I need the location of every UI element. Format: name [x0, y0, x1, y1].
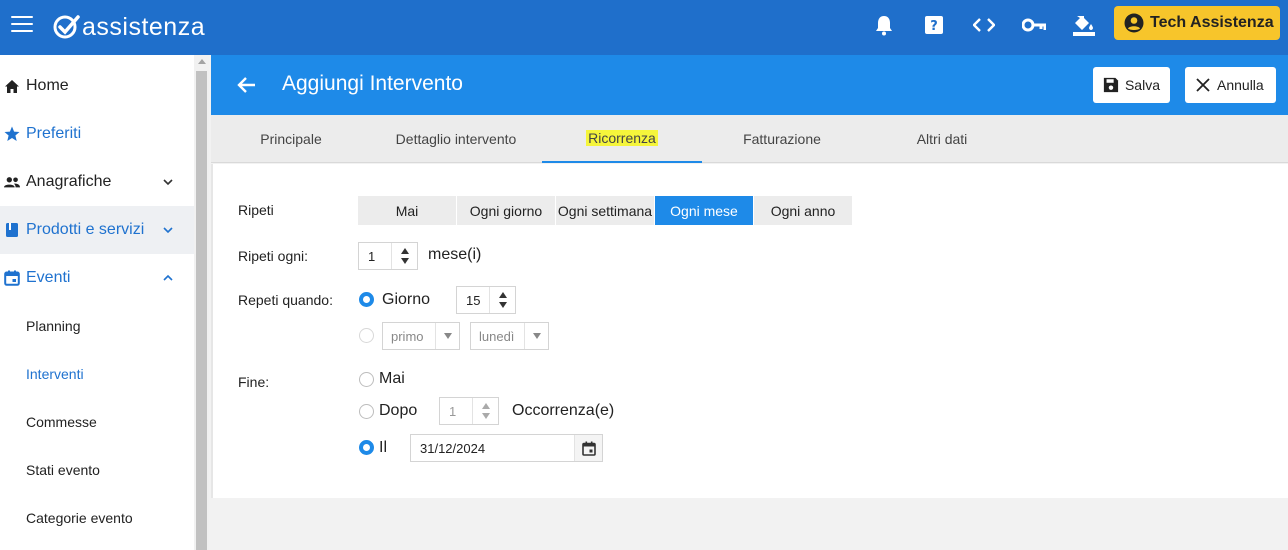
svg-text:?: ? — [930, 19, 938, 34]
repeat-option-ogni-settimana[interactable]: Ogni settimana — [556, 196, 654, 225]
repeat-option-mai[interactable]: Mai — [358, 196, 456, 225]
cancel-label: Annulla — [1217, 77, 1264, 93]
page-header: Aggiungi Intervento Salva Annulla — [211, 55, 1288, 115]
decrement-arrow-icon[interactable] — [482, 413, 490, 419]
tab-dettaglio-intervento[interactable]: Dettaglio intervento — [376, 115, 536, 163]
end-after-unit: Occorrenza(e) — [512, 402, 615, 419]
dropdown-caret-icon — [533, 333, 541, 339]
end-after-label: Dopo — [379, 402, 418, 419]
repeat-option-ogni-anno[interactable]: Ogni anno — [754, 196, 852, 225]
home-icon — [4, 78, 20, 94]
end-after-value: 1 — [449, 404, 457, 419]
menu-icon[interactable] — [11, 16, 33, 32]
calendar-icon — [4, 270, 20, 286]
sidebar-subitem-commesse[interactable]: Commesse — [0, 398, 194, 446]
day-of-month-stepper[interactable]: 15 — [456, 286, 516, 314]
tab-principale[interactable]: Principale — [211, 115, 371, 163]
recurrence-form: Ripeti Mai Ogni giorno Ogni settimana Og… — [211, 164, 1288, 498]
repeat-every-stepper[interactable]: 1 — [358, 242, 418, 270]
top-app-bar: assistenza ? Tech Assistenza — [0, 0, 1288, 55]
tab-label: Ricorrenza — [586, 130, 658, 146]
repeat-every-value: 1 — [368, 249, 376, 264]
sidebar-item-label: Home — [26, 77, 69, 94]
save-icon — [1103, 77, 1119, 93]
day-of-month-radio[interactable] — [359, 292, 374, 307]
increment-arrow-icon[interactable] — [482, 403, 490, 409]
weekday-value: lunedì — [479, 329, 515, 344]
brand-logo[interactable]: assistenza — [52, 11, 205, 43]
sidebar-scrollbar[interactable] — [194, 55, 209, 550]
ordinal-select[interactable]: primo — [382, 322, 460, 350]
decrement-arrow-icon[interactable] — [499, 302, 507, 308]
dropdown-caret-icon — [444, 333, 452, 339]
sidebar-item-label: Prodotti e servizi — [26, 221, 145, 238]
decrement-arrow-icon[interactable] — [401, 258, 409, 264]
tab-ricorrenza[interactable]: Ricorrenza — [542, 115, 702, 163]
page-title: Aggiungi Intervento — [282, 72, 463, 95]
increment-arrow-icon[interactable] — [401, 248, 409, 254]
sidebar-subitem-interventi[interactable]: Interventi — [0, 350, 194, 398]
end-on-label: Il — [379, 439, 387, 456]
paint-bucket-icon[interactable] — [1071, 12, 1097, 38]
user-name: Tech Assistenza — [1150, 14, 1274, 31]
end-label: Fine: — [238, 374, 270, 390]
people-icon — [4, 174, 20, 190]
chevron-up-icon — [163, 274, 173, 281]
user-account-button[interactable]: Tech Assistenza — [1114, 6, 1280, 40]
check-circle-logo-icon — [53, 15, 80, 39]
sidebar-item-label: Preferiti — [26, 125, 82, 142]
bell-icon[interactable] — [871, 12, 897, 38]
scroll-up-arrow-icon[interactable] — [198, 59, 206, 64]
tab-fatturazione[interactable]: Fatturazione — [702, 115, 862, 163]
calendar-picker-icon[interactable] — [574, 435, 602, 461]
end-after-radio[interactable] — [359, 404, 374, 419]
sidebar-item-home[interactable]: Home — [0, 62, 194, 110]
end-never-label: Mai — [379, 370, 405, 387]
key-icon[interactable] — [1021, 12, 1047, 38]
day-value: 15 — [466, 293, 481, 308]
sidebar: Home Preferiti Anagrafiche Prodotti e se… — [0, 55, 194, 550]
repeat-when-label: Repeti quando: — [238, 292, 333, 308]
weekday-pattern-radio[interactable] — [359, 328, 374, 343]
sidebar-item-anagrafiche[interactable]: Anagrafiche — [0, 158, 194, 206]
code-icon[interactable] — [971, 12, 997, 38]
sidebar-subitem-planning[interactable]: Planning — [0, 302, 194, 350]
end-date-input[interactable]: 31/12/2024 — [410, 434, 603, 462]
repeat-option-ogni-mese[interactable]: Ogni mese — [655, 196, 753, 225]
sidebar-item-label: Eventi — [26, 269, 71, 286]
weekday-select[interactable]: lunedì — [470, 322, 549, 350]
help-icon[interactable]: ? — [921, 12, 947, 38]
day-option-label: Giorno — [382, 291, 431, 308]
repeat-every-unit: mese(i) — [428, 246, 482, 263]
repeat-every-label: Ripeti ogni: — [238, 248, 309, 264]
end-on-date-radio[interactable] — [359, 440, 374, 455]
brand-name: assistenza — [82, 12, 206, 41]
ordinal-value: primo — [391, 329, 424, 344]
star-icon — [4, 126, 20, 142]
save-label: Salva — [1124, 77, 1160, 93]
tab-altri-dati[interactable]: Altri dati — [862, 115, 1022, 163]
back-arrow-icon[interactable] — [235, 73, 259, 97]
repeat-option-ogni-giorno[interactable]: Ogni giorno — [457, 196, 555, 225]
cancel-button[interactable]: Annulla — [1185, 67, 1276, 103]
sidebar-item-eventi[interactable]: Eventi — [0, 254, 194, 302]
chevron-down-icon — [163, 227, 173, 234]
end-never-radio[interactable] — [359, 372, 374, 387]
repeat-label: Ripeti — [238, 202, 274, 218]
end-date-value: 31/12/2024 — [420, 441, 486, 456]
scroll-thumb[interactable] — [196, 71, 207, 550]
chevron-down-icon — [163, 179, 173, 186]
sidebar-subitem-categorie-evento[interactable]: Categorie evento — [0, 494, 194, 542]
increment-arrow-icon[interactable] — [499, 292, 507, 298]
close-icon — [1196, 78, 1210, 92]
sidebar-item-preferiti[interactable]: Preferiti — [0, 110, 194, 158]
sidebar-subitem-stati-evento[interactable]: Stati evento — [0, 446, 194, 494]
tab-bar: Principale Dettaglio intervento Ricorren… — [211, 115, 1288, 163]
sidebar-item-prodotti-servizi[interactable]: Prodotti e servizi — [0, 206, 194, 254]
account-circle-icon — [1124, 13, 1144, 33]
save-button[interactable]: Salva — [1093, 67, 1170, 103]
end-after-stepper[interactable]: 1 — [439, 397, 499, 425]
book-icon — [4, 222, 20, 238]
sidebar-item-label: Anagrafiche — [26, 173, 112, 190]
